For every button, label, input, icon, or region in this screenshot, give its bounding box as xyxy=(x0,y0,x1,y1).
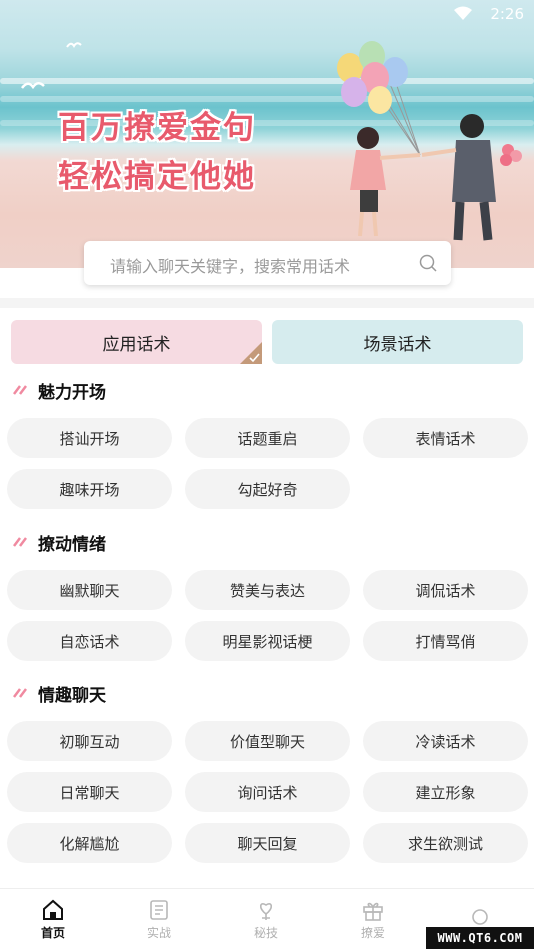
status-bar: 2:26 xyxy=(0,0,534,28)
couple-balloons-illustration xyxy=(337,41,522,241)
gift-icon xyxy=(363,902,383,921)
script-category-pill[interactable]: 调侃话术 xyxy=(363,570,528,610)
script-category-pill[interactable]: 勾起好奇 xyxy=(185,469,350,509)
script-category-pill[interactable]: 建立形象 xyxy=(363,772,528,812)
nav-home[interactable]: 首页 xyxy=(0,889,106,949)
script-category-pill[interactable]: 求生欲测试 xyxy=(363,823,528,863)
script-category-pill[interactable]: 初聊互动 xyxy=(7,721,172,761)
script-category-pill[interactable]: 自恋话术 xyxy=(7,621,172,661)
wifi-icon xyxy=(454,6,472,20)
nav-label: 实战 xyxy=(146,926,171,940)
tab-label: 场景话术 xyxy=(363,334,432,355)
banner-slogan-line2: 轻松搞定他她 xyxy=(58,159,256,195)
script-category-pill[interactable]: 赞美与表达 xyxy=(185,570,350,610)
selected-check-icon xyxy=(240,342,262,364)
search-icon[interactable] xyxy=(419,254,437,272)
script-category-pill[interactable]: 幽默聊天 xyxy=(7,570,172,610)
nav-label: 秘技 xyxy=(253,926,278,940)
script-category-pill[interactable]: 表情话术 xyxy=(363,418,528,458)
tab-label: 应用话术 xyxy=(102,334,171,355)
nav-practice[interactable]: 实战 xyxy=(106,889,212,949)
script-category-pill[interactable]: 日常聊天 xyxy=(7,772,172,812)
section-divider xyxy=(0,298,534,308)
site-watermark: WWW.QT6.COM xyxy=(426,927,534,949)
nav-label: 撩爱 xyxy=(360,926,385,940)
status-time: 2:26 xyxy=(490,5,524,23)
hero-banner[interactable]: 百万撩爱金句 轻松搞定他她 xyxy=(0,0,534,268)
section-mark-icon xyxy=(13,537,27,547)
seagull-icon xyxy=(21,82,45,90)
script-category-pill[interactable]: 打情骂俏 xyxy=(363,621,528,661)
section-mark-icon xyxy=(13,688,27,698)
section-title-stir-emotions: 撩动情绪 xyxy=(12,530,106,555)
section-title-charm-opening: 魅力开场 xyxy=(12,378,106,403)
script-category-pill[interactable]: 化解尴尬 xyxy=(7,823,172,863)
script-category-pill[interactable]: 明星影视话梗 xyxy=(185,621,350,661)
script-category-pill[interactable]: 价值型聊天 xyxy=(185,721,350,761)
nav-flirt[interactable]: 撩爱 xyxy=(320,889,426,949)
search-input[interactable]: 请输入聊天关键字，搜索常用话术 xyxy=(84,241,451,285)
tab-app-scripts[interactable]: 应用话术 xyxy=(11,320,262,364)
nav-label: 首页 xyxy=(40,926,65,940)
nav-tips[interactable]: 秘技 xyxy=(213,889,319,949)
banner-slogan-line1: 百万撩爱金句 xyxy=(58,110,256,146)
section-title-flirty-chat: 情趣聊天 xyxy=(12,681,106,706)
heart-flower-icon xyxy=(259,903,273,920)
tab-scene-scripts[interactable]: 场景话术 xyxy=(272,320,523,364)
script-category-pill[interactable]: 话题重启 xyxy=(185,418,350,458)
script-category-pill[interactable]: 冷读话术 xyxy=(363,721,528,761)
search-placeholder: 请输入聊天关键字，搜索常用话术 xyxy=(110,257,351,276)
script-category-pill[interactable]: 询问话术 xyxy=(185,772,350,812)
list-icon xyxy=(150,900,168,920)
script-category-pill[interactable]: 搭讪开场 xyxy=(7,418,172,458)
section-mark-icon xyxy=(13,385,27,395)
script-category-pill[interactable]: 趣味开场 xyxy=(7,469,172,509)
home-icon xyxy=(43,899,63,920)
script-category-pill[interactable]: 聊天回复 xyxy=(185,823,350,863)
seagull-icon xyxy=(66,42,82,48)
